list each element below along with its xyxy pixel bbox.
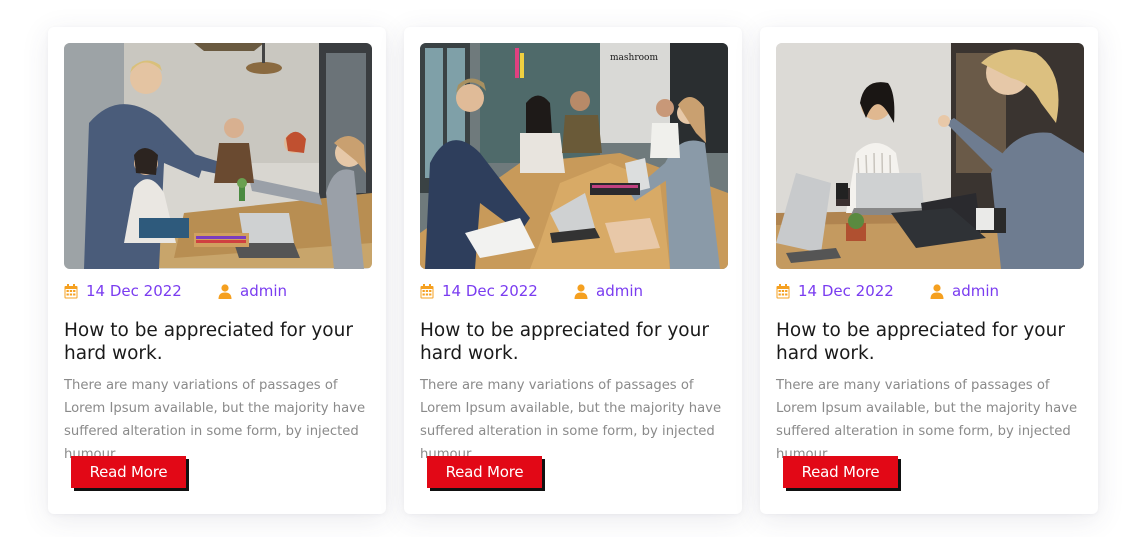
- read-more-button[interactable]: Read More: [783, 456, 898, 488]
- team-conference-table-photo: mashroom: [420, 43, 728, 269]
- user-icon: [930, 283, 944, 299]
- blog-card: 14 Dec 2022 admin How to be appreciated …: [48, 27, 386, 514]
- post-author-text: admin: [596, 282, 643, 300]
- team-handshake-meeting-photo: [64, 43, 372, 269]
- post-date[interactable]: 14 Dec 2022: [776, 282, 930, 300]
- read-more-button[interactable]: Read More: [427, 456, 542, 488]
- post-meta: 14 Dec 2022 admin: [64, 282, 372, 300]
- two-colleagues-discussion-photo: [776, 43, 1084, 269]
- post-author[interactable]: admin: [930, 282, 999, 300]
- user-icon: [218, 283, 232, 299]
- post-meta: 14 Dec 2022 admin: [420, 282, 728, 300]
- post-title[interactable]: How to be appreciated for your hard work…: [64, 319, 364, 365]
- post-date-text: 14 Dec 2022: [86, 282, 182, 300]
- svg-text:mashroom: mashroom: [610, 53, 658, 63]
- post-excerpt: There are many variations of passages of…: [776, 378, 1078, 462]
- post-title[interactable]: How to be appreciated for your hard work…: [420, 319, 720, 365]
- post-author[interactable]: admin: [574, 282, 643, 300]
- calendar-icon: [420, 283, 434, 298]
- user-icon: [574, 283, 588, 299]
- post-image[interactable]: mashroom: [420, 43, 728, 269]
- read-more-button[interactable]: Read More: [71, 456, 186, 488]
- post-author-text: admin: [240, 282, 287, 300]
- post-date[interactable]: 14 Dec 2022: [64, 282, 218, 300]
- post-date[interactable]: 14 Dec 2022: [420, 282, 574, 300]
- post-date-text: 14 Dec 2022: [798, 282, 894, 300]
- blog-card: 14 Dec 2022 admin How to be appreciated …: [760, 27, 1098, 514]
- blog-card: mashroom 14 Dec 2022 admin How to be app…: [404, 27, 742, 514]
- post-date-text: 14 Dec 2022: [442, 282, 538, 300]
- blog-cards-row: 14 Dec 2022 admin How to be appreciated …: [0, 0, 1147, 537]
- post-meta: 14 Dec 2022 admin: [776, 282, 1084, 300]
- calendar-icon: [776, 283, 790, 298]
- post-author[interactable]: admin: [218, 282, 287, 300]
- post-author-text: admin: [952, 282, 999, 300]
- calendar-icon: [64, 283, 78, 298]
- post-excerpt: There are many variations of passages of…: [420, 378, 722, 462]
- post-excerpt: There are many variations of passages of…: [64, 378, 366, 462]
- post-image[interactable]: [776, 43, 1084, 269]
- post-image[interactable]: [64, 43, 372, 269]
- post-title[interactable]: How to be appreciated for your hard work…: [776, 319, 1076, 365]
